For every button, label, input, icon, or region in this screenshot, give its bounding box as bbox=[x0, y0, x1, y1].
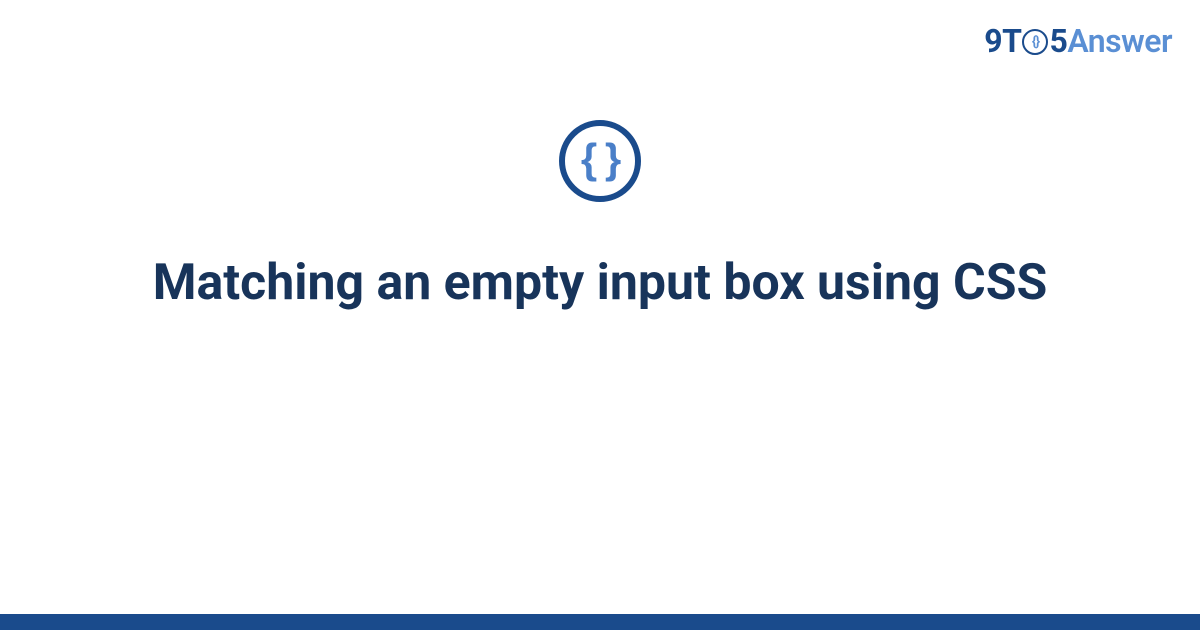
braces-glyph: { } bbox=[581, 138, 619, 180]
main-content: { } Matching an empty input box using CS… bbox=[0, 120, 1200, 315]
logo-text-5: 5 bbox=[1049, 22, 1067, 60]
brand-logo: 9T {} 5 Answer bbox=[984, 22, 1172, 60]
css-braces-icon: { } bbox=[559, 120, 641, 202]
logo-text-9t: 9T bbox=[984, 22, 1021, 60]
logo-clock-inner: {} bbox=[1032, 34, 1039, 50]
footer-bar bbox=[0, 614, 1200, 630]
page-title: Matching an empty input box using CSS bbox=[153, 252, 1048, 315]
logo-text-answer: Answer bbox=[1067, 22, 1172, 60]
logo-clock-icon: {} bbox=[1022, 29, 1048, 55]
